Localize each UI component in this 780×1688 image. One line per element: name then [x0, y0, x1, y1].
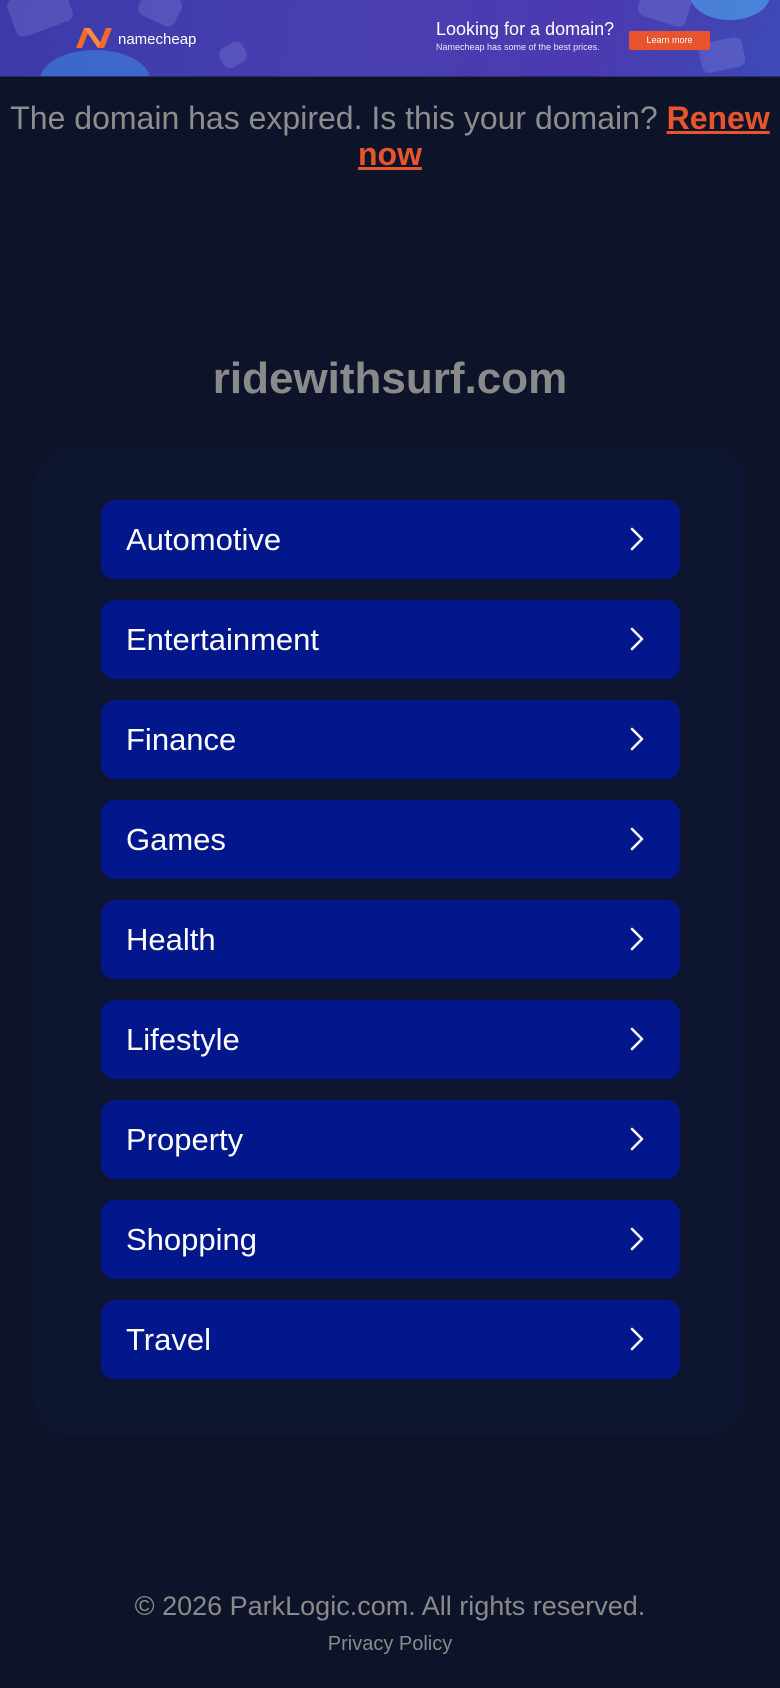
category-label: Automotive: [126, 522, 282, 557]
banner-decoration: [690, 0, 770, 20]
category-games[interactable]: Games: [101, 800, 680, 879]
category-list: Automotive Entertainment Finance Games H…: [101, 500, 680, 1400]
category-travel[interactable]: Travel: [101, 1300, 680, 1379]
category-entertainment[interactable]: Entertainment: [101, 600, 680, 679]
category-label: Entertainment: [126, 622, 319, 657]
category-label: Shopping: [126, 1222, 258, 1257]
chevron-right-icon: [630, 1327, 644, 1351]
category-automotive[interactable]: Automotive: [101, 500, 680, 579]
banner-decoration: [135, 0, 185, 30]
category-lifestyle[interactable]: Lifestyle: [101, 1000, 680, 1079]
namecheap-wordmark: namecheap: [118, 31, 197, 48]
category-label: Games: [126, 822, 226, 857]
chevron-right-icon: [630, 527, 644, 551]
copyright-text: © 2026 ParkLogic.com. All rights reserve…: [134, 1591, 646, 1621]
chevron-right-icon: [630, 1127, 644, 1151]
category-label: Lifestyle: [126, 1022, 240, 1057]
chevron-right-icon: [630, 727, 644, 751]
chevron-right-icon: [630, 827, 644, 851]
expired-notice-text: The domain has expired. Is this your dom…: [10, 100, 658, 136]
banner-title: Looking for a domain?: [436, 19, 615, 39]
category-label: Finance: [126, 722, 237, 757]
category-finance[interactable]: Finance: [101, 700, 680, 779]
privacy-policy-link[interactable]: Privacy Policy: [0, 1633, 780, 1656]
category-health[interactable]: Health: [101, 900, 680, 979]
banner-decoration: [4, 0, 76, 40]
namecheap-ad-banner[interactable]: namecheap Looking for a domain? Namechea…: [0, 0, 780, 77]
chevron-right-icon: [630, 627, 644, 651]
chevron-right-icon: [630, 1227, 644, 1251]
learn-more-button[interactable]: Learn more: [629, 31, 710, 50]
domain-name: ridewithsurf.com: [212, 354, 568, 403]
namecheap-logo-icon: [76, 28, 112, 48]
category-label: Property: [126, 1122, 244, 1157]
expired-notice: The domain has expired. Is this your dom…: [0, 100, 780, 172]
chevron-right-icon: [630, 1027, 644, 1051]
banner-subtitle: Namecheap has some of the best prices.: [436, 42, 600, 52]
category-shopping[interactable]: Shopping: [101, 1200, 680, 1279]
banner-decoration: [40, 50, 150, 76]
category-label: Health: [126, 922, 216, 957]
banner-decoration: [216, 38, 250, 72]
category-label: Travel: [126, 1322, 211, 1357]
chevron-right-icon: [630, 927, 644, 951]
category-property[interactable]: Property: [101, 1100, 680, 1179]
banner-decoration: [635, 0, 695, 29]
